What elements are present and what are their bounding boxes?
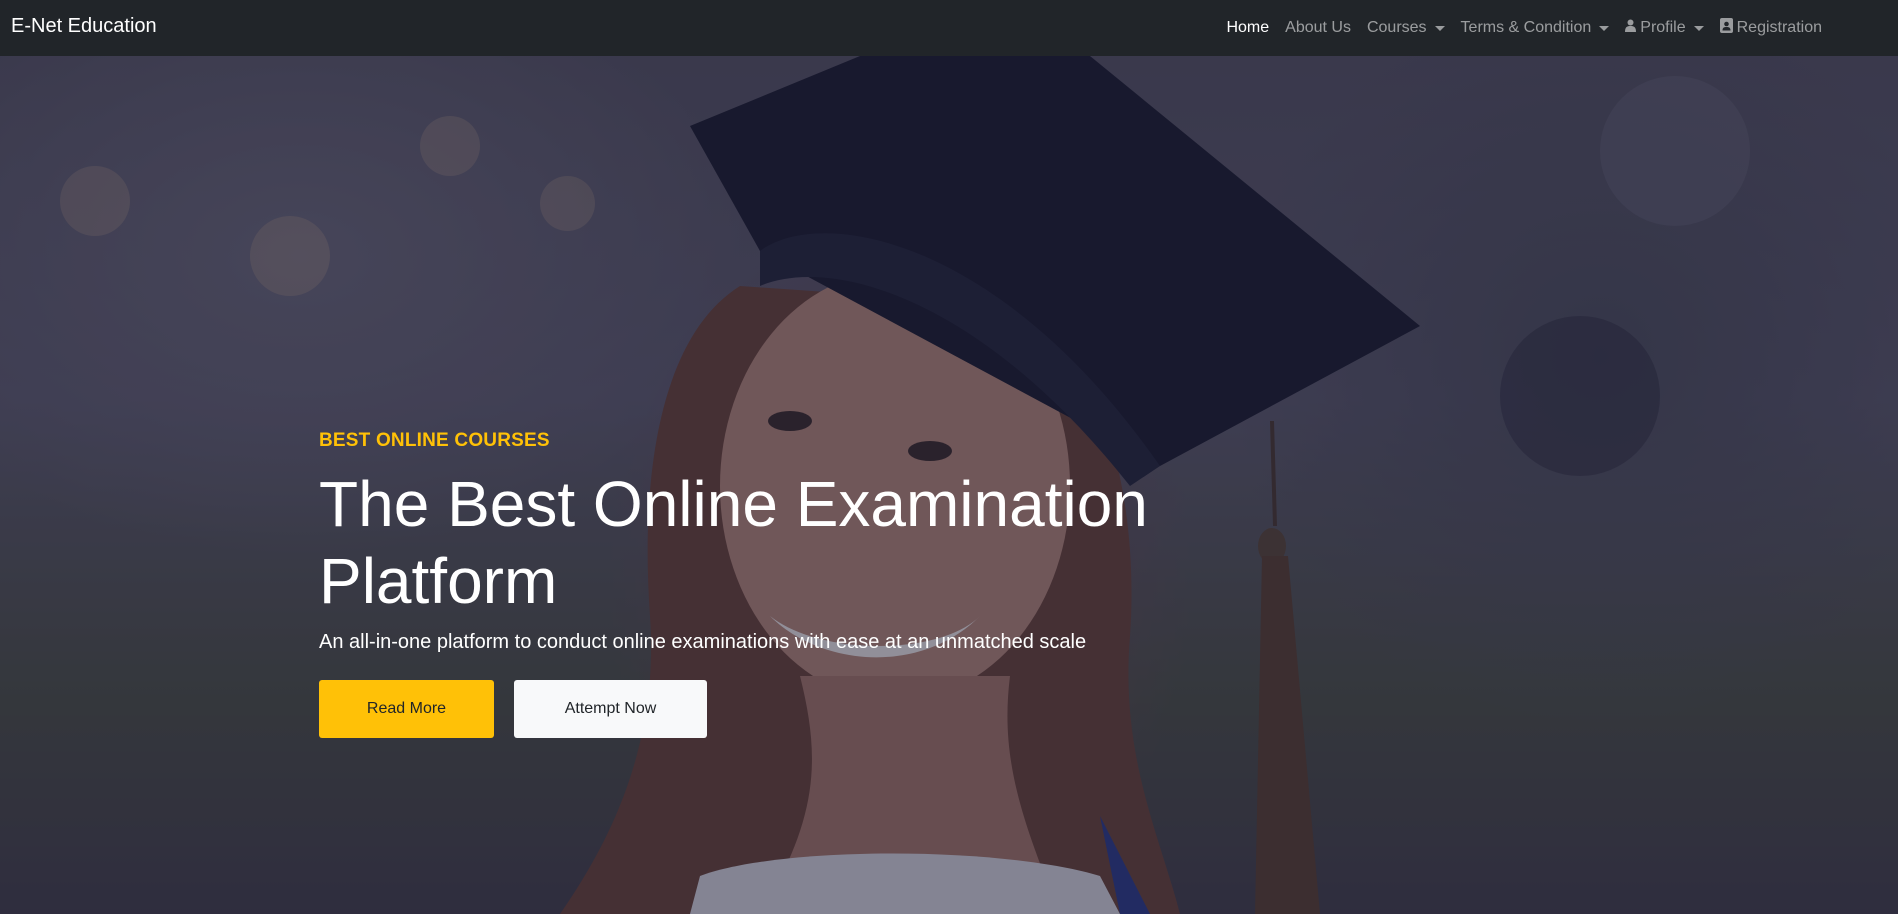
nav-item-label: Home: [1226, 19, 1270, 36]
id-card-icon: [1719, 18, 1733, 38]
nav-item-label: Registration: [1736, 19, 1822, 36]
hero-kicker: BEST ONLINE COURSES: [319, 430, 550, 451]
attempt-now-button[interactable]: Attempt Now: [514, 680, 707, 738]
nav-item-profile[interactable]: Profile: [1617, 19, 1711, 37]
top-navbar: E-Net Education Home About Us Courses Te…: [0, 0, 1898, 56]
nav-item-label: Terms & Condition: [1460, 19, 1592, 36]
nav-item-home[interactable]: Home: [1218, 19, 1277, 37]
chevron-down-icon: [1693, 25, 1704, 31]
hero-carousel: BEST ONLINE COURSES The Best Online Exam…: [0, 56, 1898, 914]
nav-item-label: Profile: [1640, 19, 1686, 36]
nav-item-courses[interactable]: Courses: [1359, 19, 1453, 37]
nav-item-terms-condition[interactable]: Terms & Condition: [1453, 19, 1618, 37]
read-more-button[interactable]: Read More: [319, 680, 494, 738]
hero-subtitle: An all-in-one platform to conduct online…: [319, 631, 1087, 653]
chevron-down-icon: [1434, 25, 1445, 31]
hero-headline: The Best Online Examination Platform: [319, 468, 1148, 617]
nav-item-label: Courses: [1366, 19, 1427, 36]
nav-menu: Home About Us Courses Terms & Condition …: [1218, 0, 1830, 56]
user-icon: [1625, 19, 1637, 37]
brand-link[interactable]: E-Net Education: [11, 15, 157, 38]
chevron-down-icon: [1599, 25, 1610, 31]
nav-item-label: About Us: [1285, 19, 1351, 36]
nav-item-about-us[interactable]: About Us: [1277, 19, 1359, 37]
nav-item-registration[interactable]: Registration: [1712, 18, 1830, 38]
